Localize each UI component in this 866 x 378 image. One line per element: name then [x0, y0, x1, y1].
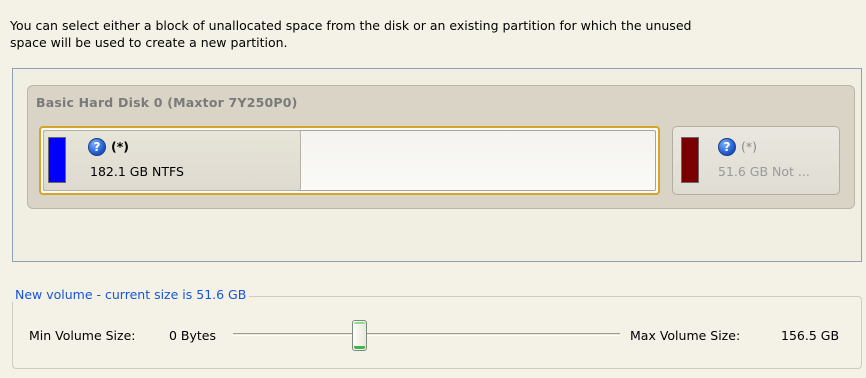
min-volume-size-value: 0 Bytes — [169, 328, 217, 343]
partition-2-description: 51.6 GB Not ... — [718, 164, 810, 179]
instructions-text: You can select either a block of unalloc… — [10, 17, 856, 51]
partition-2-color-swatch — [681, 137, 699, 183]
partition-2[interactable]: ? (*) 51.6 GB Not ... — [672, 126, 840, 195]
partition-1-description: 182.1 GB NTFS — [90, 164, 184, 179]
new-volume-legend: New volume - current size is 51.6 GB — [12, 287, 250, 302]
help-icon[interactable]: ? — [88, 138, 106, 156]
min-volume-size-label: Min Volume Size: — [29, 328, 136, 343]
partition-1-color-swatch — [48, 137, 66, 183]
partition-1-letter: (*) — [111, 139, 129, 154]
instructions-line-2: space will be used to create a new parti… — [10, 35, 288, 50]
partition-1-selected[interactable]: ? (*) 182.1 GB NTFS — [39, 126, 660, 195]
disk-map-panel: Basic Hard Disk 0 (Maxtor 7Y250P0) ? (*)… — [12, 68, 862, 262]
volume-size-slider-track[interactable] — [233, 333, 620, 336]
instructions-line-1: You can select either a block of unalloc… — [10, 18, 692, 33]
volume-size-slider-thumb[interactable] — [352, 320, 367, 351]
max-volume-size-label: Max Volume Size: — [630, 328, 741, 343]
partition-2-letter: (*) — [741, 139, 758, 154]
partition-1-used-space[interactable]: ? (*) 182.1 GB NTFS — [43, 130, 301, 191]
disk-title: Basic Hard Disk 0 (Maxtor 7Y250P0) — [36, 95, 298, 110]
max-volume-size-value: 156.5 GB — [781, 328, 840, 343]
disk-frame: Basic Hard Disk 0 (Maxtor 7Y250P0) ? (*)… — [27, 85, 855, 209]
help-icon[interactable]: ? — [718, 138, 736, 156]
